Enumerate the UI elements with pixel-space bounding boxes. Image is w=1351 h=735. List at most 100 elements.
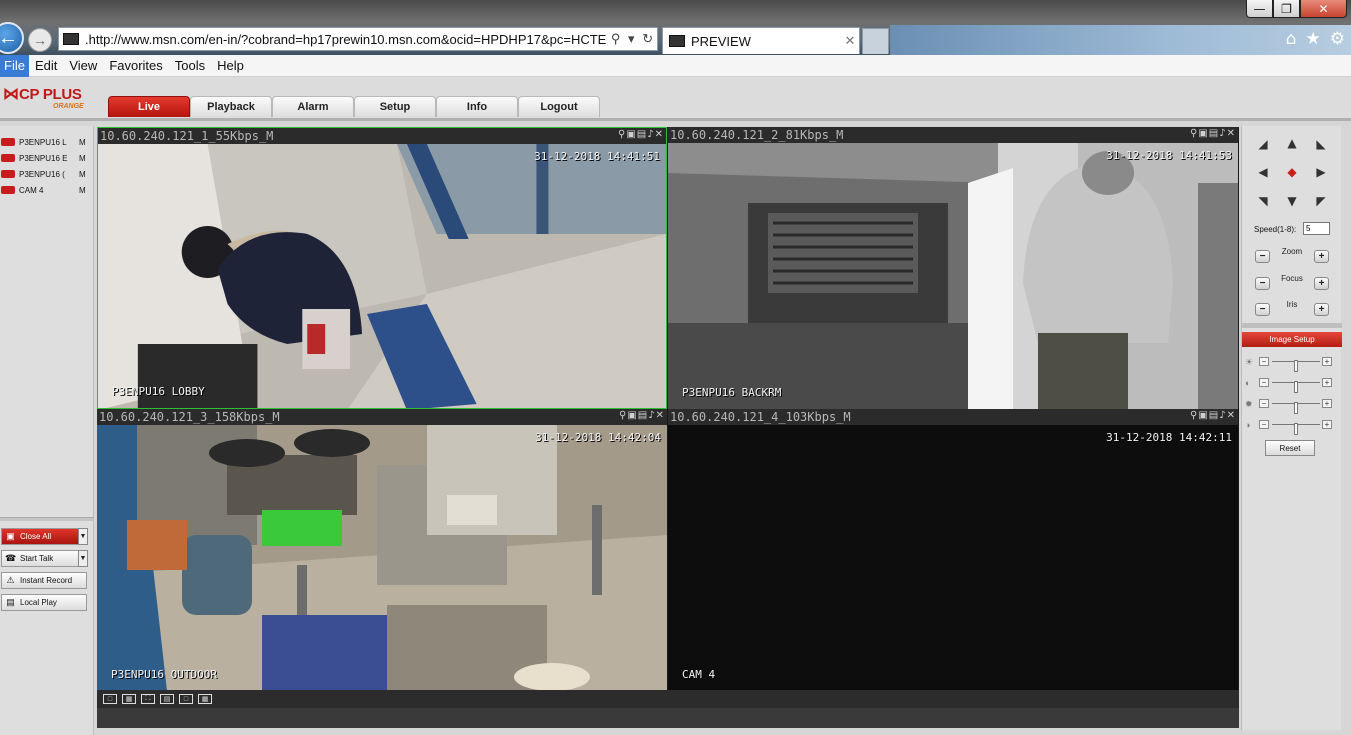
close-icon[interactable]: ✕ (656, 410, 665, 421)
ptz-up-icon[interactable]: ▲ (1284, 135, 1300, 151)
device-item[interactable]: P3ENPU16 E M (0, 150, 94, 166)
brightness-plus-button[interactable]: + (1322, 357, 1332, 366)
audio-icon[interactable]: ♪ (1219, 128, 1226, 139)
contrast-minus-button[interactable]: − (1259, 378, 1269, 387)
home-icon[interactable]: ⌂ (1286, 29, 1297, 49)
brightness-track[interactable] (1272, 360, 1320, 372)
layout-2x2-icon[interactable]: ▦ (122, 694, 136, 704)
layout-wide-icon[interactable]: ▤ (160, 694, 174, 704)
hue-thumb[interactable] (1294, 423, 1298, 435)
zoom-in-button[interactable]: + (1314, 250, 1329, 263)
forward-arrow-icon[interactable]: → (28, 28, 52, 52)
snapshot-icon[interactable]: ▣ (1198, 128, 1208, 139)
refresh-icon[interactable]: ↻ (642, 31, 653, 47)
saturation-slider[interactable]: ✹ − + (1245, 399, 1337, 414)
dropdown-icon[interactable]: ▾ (628, 31, 635, 47)
device-item[interactable]: P3ENPU16 L M (0, 134, 94, 150)
menu-file[interactable]: File (0, 54, 29, 77)
brightness-slider[interactable]: ☀ − + (1245, 357, 1337, 372)
start-talk-button[interactable]: ☎ Start Talk ▼ (1, 550, 88, 567)
video-pane[interactable]: 10.60.240.121_1_55Kbps_M ⚲▣▤♪✕ 31-12-201… (97, 127, 667, 409)
close-icon[interactable]: ✕ (1227, 128, 1236, 139)
audio-icon[interactable]: ♪ (647, 129, 654, 140)
reset-button[interactable]: Reset (1265, 440, 1315, 456)
device-item[interactable]: P3ENPU16 ( M (0, 166, 94, 182)
device-stream[interactable]: M (79, 170, 89, 179)
menu-help[interactable]: Help (211, 55, 250, 77)
device-stream[interactable]: M (79, 138, 89, 147)
maximize-button[interactable]: ❐ (1273, 0, 1300, 18)
url-text[interactable]: .http://www.msn.com/en-in/?cobrand=hp17p… (85, 32, 607, 47)
contrast-thumb[interactable] (1294, 381, 1298, 393)
audio-icon[interactable]: ♪ (648, 410, 655, 421)
tab-setup[interactable]: Setup (354, 96, 436, 117)
contrast-plus-button[interactable]: + (1322, 378, 1332, 387)
record-icon[interactable]: ▤ (1209, 410, 1219, 421)
snapshot-icon[interactable]: ▣ (627, 410, 637, 421)
record-icon[interactable]: ▤ (1209, 128, 1219, 139)
hue-minus-button[interactable]: − (1259, 420, 1269, 429)
saturation-thumb[interactable] (1294, 402, 1298, 414)
ptz-down-icon[interactable]: ▼ (1284, 193, 1300, 209)
close-icon[interactable]: ✕ (655, 129, 664, 140)
contrast-slider[interactable]: ◐ − + (1245, 378, 1337, 393)
focus-far-button[interactable]: + (1314, 277, 1329, 290)
layout-single-icon[interactable]: □ (179, 694, 193, 704)
local-play-button[interactable]: ▤ Local Play (1, 594, 87, 611)
tab-live[interactable]: Live (108, 96, 190, 117)
video-pane[interactable]: 10.60.240.121_4_103Kbps_M ⚲▣▤♪✕ 31-12-20… (668, 409, 1238, 691)
tab-close-icon[interactable]: ✕ (841, 33, 859, 49)
ptz-up-left-icon[interactable]: ◢ (1255, 136, 1271, 152)
tab-logout[interactable]: Logout (518, 96, 600, 117)
start-talk-dropdown-icon[interactable]: ▼ (78, 550, 88, 567)
image-setup-header[interactable]: Image Setup (1242, 332, 1342, 347)
menu-view[interactable]: View (63, 55, 103, 77)
saturation-track[interactable] (1272, 402, 1320, 414)
contrast-track[interactable] (1272, 381, 1320, 393)
tab-info[interactable]: Info (436, 96, 518, 117)
saturation-minus-button[interactable]: − (1259, 399, 1269, 408)
saturation-plus-button[interactable]: + (1322, 399, 1332, 408)
device-item[interactable]: CAM 4 M (0, 182, 94, 198)
close-all-dropdown-icon[interactable]: ▼ (78, 528, 88, 545)
tab-playback[interactable]: Playback (190, 96, 272, 117)
device-stream[interactable]: M (79, 154, 89, 163)
ptz-down-left-icon[interactable]: ◥ (1255, 193, 1271, 209)
hue-slider[interactable]: ◑ − + (1245, 420, 1337, 435)
speed-select[interactable]: 5 (1303, 222, 1330, 235)
brightness-minus-button[interactable]: − (1259, 357, 1269, 366)
layout-1x1-icon[interactable]: □ (103, 694, 117, 704)
device-stream[interactable]: M (79, 186, 89, 195)
brightness-thumb[interactable] (1294, 360, 1298, 372)
favorites-star-icon[interactable]: ★ (1306, 29, 1321, 49)
iris-close-button[interactable]: − (1255, 303, 1270, 316)
snapshot-icon[interactable]: ▣ (626, 129, 636, 140)
audio-icon[interactable]: ♪ (1219, 410, 1226, 421)
search-icon[interactable]: ⚲ (611, 31, 621, 47)
settings-gear-icon[interactable]: ⚙ (1330, 29, 1345, 49)
iris-open-button[interactable]: + (1314, 303, 1329, 316)
close-window-button[interactable]: ✕ (1300, 0, 1347, 18)
ptz-center-icon[interactable]: ◆ (1284, 164, 1300, 180)
menu-favorites[interactable]: Favorites (103, 55, 168, 77)
back-arrow-icon[interactable]: ← (0, 22, 24, 54)
menu-edit[interactable]: Edit (29, 55, 63, 77)
video-pane[interactable]: 10.60.240.121_3_158Kbps_M ⚲▣▤♪✕ 31-12-20… (97, 409, 667, 691)
minimize-button[interactable]: — (1246, 0, 1273, 18)
zoom-out-button[interactable]: − (1255, 250, 1270, 263)
video-pane[interactable]: 10.60.240.121_2_81Kbps_M ⚲▣▤♪✕ 31-12-201… (668, 127, 1238, 409)
tab-alarm[interactable]: Alarm (272, 96, 354, 117)
focus-near-button[interactable]: − (1255, 277, 1270, 290)
ptz-down-right-icon[interactable]: ◤ (1313, 193, 1329, 209)
close-icon[interactable]: ✕ (1227, 410, 1236, 421)
menu-tools[interactable]: Tools (169, 55, 211, 77)
record-icon[interactable]: ▤ (638, 410, 648, 421)
ptz-collapse-toggle[interactable] (1242, 323, 1342, 328)
new-tab-button[interactable] (862, 28, 889, 54)
ptz-left-icon[interactable]: ◀ (1255, 164, 1271, 180)
panel-divider[interactable] (0, 517, 94, 521)
layout-quad-icon[interactable]: ▦ (198, 694, 212, 704)
hue-plus-button[interactable]: + (1322, 420, 1332, 429)
ptz-right-icon[interactable]: ▶ (1313, 164, 1329, 180)
browser-tab[interactable]: PREVIEW ✕ (662, 27, 860, 54)
